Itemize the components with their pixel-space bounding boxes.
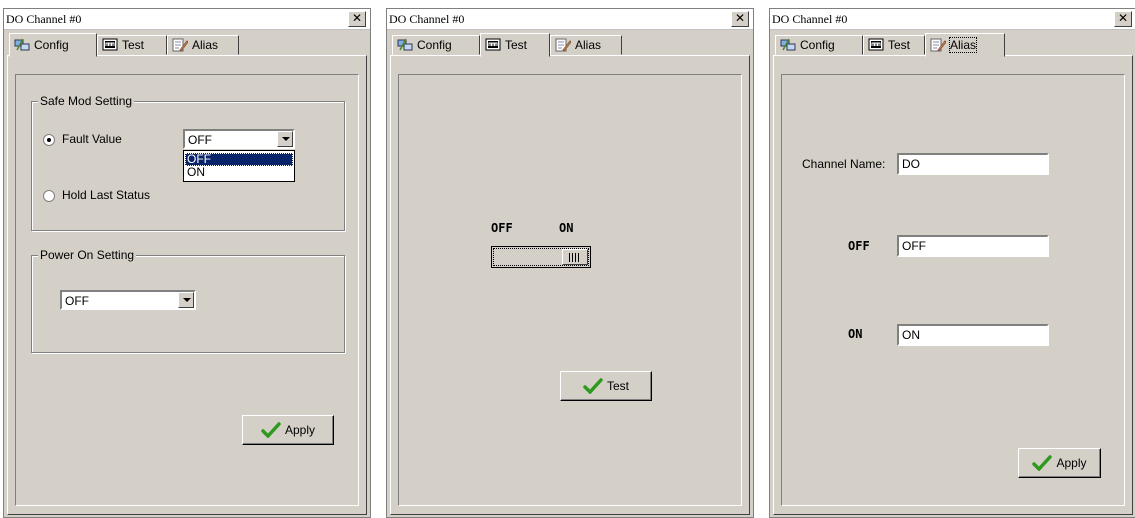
tab-test[interactable]: Test	[863, 35, 925, 55]
switch-on-label: ON	[559, 221, 574, 235]
tab-config[interactable]: Config	[9, 33, 97, 57]
off-alias-label: OFF	[848, 239, 870, 253]
apply-button[interactable]: Apply	[242, 415, 334, 445]
safe-mode-legend: Safe Mod Setting	[38, 94, 135, 108]
network-config-icon	[397, 38, 413, 51]
window-title: DO Channel #0	[6, 12, 82, 26]
panel-inner: Channel Name: DO OFF OFF ON ON Apply	[781, 74, 1125, 506]
off-alias-field[interactable]: OFF	[897, 235, 1049, 257]
channel-name-label: Channel Name:	[802, 157, 886, 171]
power-on-groupbox: Power On Setting OFF	[31, 248, 345, 353]
fault-value-radio[interactable]	[43, 134, 55, 146]
tab-label: Config	[417, 38, 452, 52]
tab-label: Alias	[575, 38, 602, 52]
checkmark-icon	[1032, 455, 1053, 471]
tab-alias[interactable]: Alias	[167, 35, 239, 55]
notepad-pencil-icon	[930, 38, 946, 52]
hold-last-status-radio[interactable]	[43, 190, 55, 202]
power-on-selected: OFF	[65, 294, 89, 308]
tab-label: Test	[505, 38, 528, 52]
tab-alias[interactable]: Alias	[925, 33, 1005, 57]
tab-label: Config	[34, 38, 69, 52]
fault-value-select[interactable]: OFF	[183, 129, 295, 149]
dropdown-option-on[interactable]: ON	[185, 166, 293, 179]
tab-config[interactable]: Config	[392, 35, 480, 55]
panel-inner: OFF ON Test	[398, 74, 742, 506]
tab-panel: Channel Name: DO OFF OFF ON ON Apply	[773, 55, 1133, 515]
on-off-toggle-switch[interactable]	[491, 246, 591, 268]
power-on-legend: Power On Setting	[38, 248, 137, 262]
checkmark-icon	[261, 422, 281, 438]
window-title: DO Channel #0	[389, 12, 465, 26]
tab-test[interactable]: Test	[480, 33, 550, 57]
monitor-icon	[102, 38, 118, 51]
fault-value-label: Fault Value	[62, 132, 122, 146]
tab-config[interactable]: Config	[775, 35, 863, 55]
fault-value-dropdown-list[interactable]: OFF ON	[183, 150, 295, 182]
tab-panel: Safe Mod Setting Fault Value OFF OFF ON …	[7, 55, 367, 515]
test-button[interactable]: Test	[560, 371, 652, 401]
tab-label: Alias	[192, 38, 219, 52]
close-button[interactable]: ✕	[348, 11, 366, 27]
title-bar: DO Channel #0 ✕	[387, 9, 753, 30]
chevron-down-icon[interactable]	[277, 131, 293, 147]
hold-last-status-label: Hold Last Status	[62, 188, 151, 202]
tab-test[interactable]: Test	[97, 35, 167, 55]
apply-button[interactable]: Apply	[1018, 448, 1101, 478]
safe-mode-groupbox: Safe Mod Setting Fault Value OFF OFF ON …	[31, 94, 345, 231]
title-bar: DO Channel #0 ✕	[4, 9, 370, 30]
chevron-down-icon[interactable]	[178, 292, 194, 308]
apply-label: Apply	[284, 423, 316, 437]
tab-panel: OFF ON Test	[390, 55, 750, 515]
power-on-select[interactable]: OFF	[60, 290, 196, 310]
switch-knob[interactable]	[562, 249, 588, 265]
notepad-pencil-icon	[555, 38, 571, 52]
title-bar: DO Channel #0 ✕	[770, 9, 1135, 30]
test-label: Test	[606, 379, 629, 393]
network-config-icon	[14, 38, 30, 51]
grip-icon	[569, 253, 581, 262]
monitor-icon	[485, 38, 501, 51]
tab-label: Test	[888, 38, 911, 52]
notepad-pencil-icon	[172, 38, 188, 52]
tab-alias[interactable]: Alias	[550, 35, 622, 55]
on-alias-field[interactable]: ON	[897, 324, 1049, 346]
close-button[interactable]: ✕	[731, 11, 749, 27]
fault-value-selected: OFF	[188, 133, 212, 147]
tab-label: Alias	[948, 37, 978, 53]
panel-inner: Safe Mod Setting Fault Value OFF OFF ON …	[15, 74, 359, 506]
tab-label: Config	[800, 38, 835, 52]
config-window: DO Channel #0 ✕ Config Test Alias Safe M…	[3, 8, 371, 518]
test-window: DO Channel #0 ✕ Config Test Alias OFF ON…	[386, 8, 754, 518]
channel-name-field[interactable]: DO	[897, 153, 1049, 175]
network-config-icon	[780, 38, 796, 51]
window-title: DO Channel #0	[772, 12, 848, 26]
checkmark-icon	[583, 378, 603, 394]
on-alias-label: ON	[848, 327, 863, 341]
switch-off-label: OFF	[491, 221, 513, 235]
alias-window: DO Channel #0 ✕ Config Test Alias Channe…	[769, 8, 1135, 518]
close-button[interactable]: ✕	[1114, 11, 1132, 27]
apply-label: Apply	[1056, 456, 1087, 470]
tab-label: Test	[122, 38, 145, 52]
monitor-icon	[868, 38, 884, 51]
